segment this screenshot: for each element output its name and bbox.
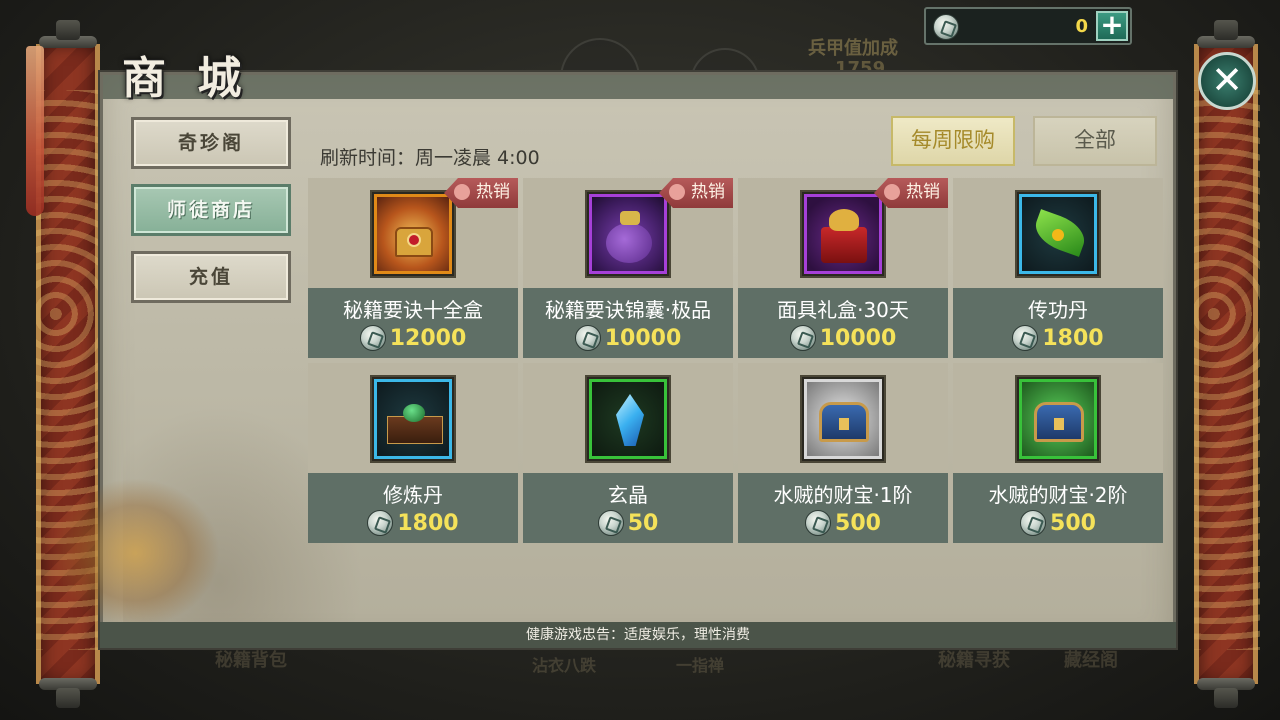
- jade-coin-icon: [805, 510, 832, 536]
- price-value: 1800: [397, 510, 459, 536]
- refresh-time: 刷新时间：周一凌晨 4:00: [320, 147, 540, 169]
- nav-qizhenge[interactable]: 奇珍阁: [131, 117, 291, 169]
- red-tassel: [26, 46, 44, 216]
- page-title: 商 城: [122, 53, 250, 104]
- item-price: 1800: [953, 325, 1163, 351]
- panel-header-strip: [103, 75, 1173, 99]
- item-frame: [585, 190, 671, 278]
- nav-shitu-shop[interactable]: 师徒商店: [131, 184, 291, 236]
- item-price: 10000: [523, 325, 733, 351]
- price-value: 10000: [819, 325, 897, 351]
- treasure-chest-icon: [804, 379, 882, 459]
- close-icon: ✕: [1211, 58, 1243, 102]
- item-price: 50: [523, 510, 733, 536]
- item-frame: [800, 375, 886, 463]
- plus-icon: +: [1100, 8, 1124, 41]
- background-label: 藏经阁: [1064, 650, 1118, 671]
- item-name: 水贼的财宝·2阶: [988, 483, 1128, 507]
- shop-item-card[interactable]: 热销 面具礼盒·30天 10000: [738, 178, 948, 358]
- pill-box-icon: [374, 379, 452, 459]
- item-name: 修炼丹: [383, 483, 443, 507]
- price-value: 1800: [1042, 325, 1104, 351]
- currency-amount: 0: [1075, 16, 1088, 37]
- rod-knob: [1214, 20, 1238, 40]
- item-price: 12000: [308, 325, 518, 351]
- item-price: 10000: [738, 325, 948, 351]
- jade-coin-icon: [1020, 510, 1047, 536]
- price-value: 500: [835, 510, 881, 536]
- rod-knob: [56, 688, 80, 708]
- shop-item-card[interactable]: 水贼的财宝·1阶 500: [738, 363, 948, 543]
- filter-all[interactable]: 全部: [1033, 116, 1157, 166]
- price-value: 10000: [604, 325, 682, 351]
- treasure-chest-icon: [1019, 379, 1097, 459]
- background-label: 秘籍背包: [215, 650, 287, 671]
- jade-coin-icon: [789, 325, 816, 351]
- item-name: 水贼的财宝·1阶: [773, 483, 913, 507]
- item-frame: [1015, 190, 1101, 278]
- item-price: 1800: [308, 510, 518, 536]
- shop-item-card[interactable]: 水贼的财宝·2阶 500: [953, 363, 1163, 543]
- background-label: 一指禅: [676, 656, 725, 675]
- item-name: 传功丹: [1028, 298, 1088, 322]
- item-frame: [800, 190, 886, 278]
- leaf-pill-icon: [1019, 194, 1097, 274]
- item-name: 秘籍要诀锦囊·极品: [544, 298, 712, 322]
- background-label: 秘籍寻获: [938, 650, 1010, 671]
- rod-knob: [56, 20, 80, 40]
- item-name: 玄晶: [608, 483, 648, 507]
- shop-item-card[interactable]: 热销 秘籍要诀锦囊·极品 10000: [523, 178, 733, 358]
- golden-chest-icon: [374, 194, 452, 274]
- price-value: 500: [1050, 510, 1096, 536]
- add-currency-button[interactable]: +: [1096, 11, 1128, 41]
- hot-badge: 热销: [874, 178, 948, 208]
- item-frame: [585, 375, 671, 463]
- item-frame: [370, 190, 456, 278]
- nav-recharge[interactable]: 充值: [131, 251, 291, 303]
- shop-item-card[interactable]: 玄晶 50: [523, 363, 733, 543]
- mask-giftbox-icon: [804, 194, 882, 274]
- background-label: 沾衣八跌: [532, 656, 597, 675]
- item-price: 500: [738, 510, 948, 536]
- item-frame: [370, 375, 456, 463]
- item-price: 500: [953, 510, 1163, 536]
- rod-knob: [1214, 688, 1238, 708]
- background-label: 兵甲值加成: [808, 38, 898, 59]
- item-frame: [1015, 375, 1101, 463]
- item-grid: 热销 秘籍要诀十全盒 12000 热销 秘籍要诀锦囊·极品 10000 热销 面…: [308, 178, 1164, 544]
- price-value: 50: [627, 510, 659, 536]
- jade-coin-icon: [597, 510, 624, 536]
- jade-coin-icon: [1012, 325, 1039, 351]
- close-button[interactable]: ✕: [1198, 52, 1256, 110]
- jade-coin-icon: [933, 14, 959, 40]
- price-value: 12000: [389, 325, 467, 351]
- shop-item-card[interactable]: 热销 秘籍要诀十全盒 12000: [308, 178, 518, 358]
- currency-bar: 0 +: [924, 7, 1132, 45]
- item-name: 面具礼盒·30天: [777, 298, 909, 322]
- shop-item-card[interactable]: 修炼丹 1800: [308, 363, 518, 543]
- shop-item-card[interactable]: 传功丹 1800: [953, 178, 1163, 358]
- item-name: 秘籍要诀十全盒: [343, 298, 483, 322]
- dragon-pattern-right: [1194, 90, 1260, 650]
- blue-crystal-icon: [589, 379, 667, 459]
- jade-coin-icon: [359, 325, 386, 351]
- filter-weekly-limit[interactable]: 每周限购: [891, 116, 1015, 166]
- purple-pouch-icon: [589, 194, 667, 274]
- health-advisory: 健康游戏忠告：适度娱乐，理性消费: [100, 622, 1176, 648]
- hot-badge: 热销: [444, 178, 518, 208]
- hot-badge: 热销: [659, 178, 733, 208]
- jade-coin-icon: [574, 325, 601, 351]
- golden-dragon-ornament: [50, 478, 220, 628]
- jade-coin-icon: [367, 510, 394, 536]
